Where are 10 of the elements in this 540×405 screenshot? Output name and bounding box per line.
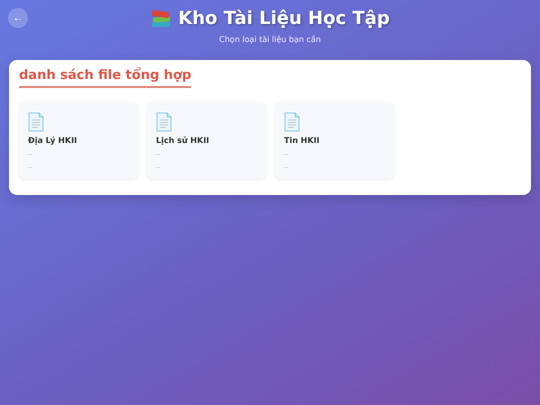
document-icon — [156, 112, 172, 132]
document-icon — [284, 112, 300, 132]
file-name: Địa Lý HKII — [28, 136, 78, 145]
section-title: danh sách file tổng hợp — [19, 68, 192, 88]
page-subtitle: Chọn loại tài liệu bạn cần — [219, 35, 321, 44]
books-icon — [150, 8, 172, 28]
file-name: Tin HKII — [284, 136, 321, 145]
document-icon — [28, 112, 44, 132]
file-name: Lịch sử HKII — [156, 136, 210, 145]
page-title: Kho Tài Liệu Học Tập — [178, 8, 390, 29]
